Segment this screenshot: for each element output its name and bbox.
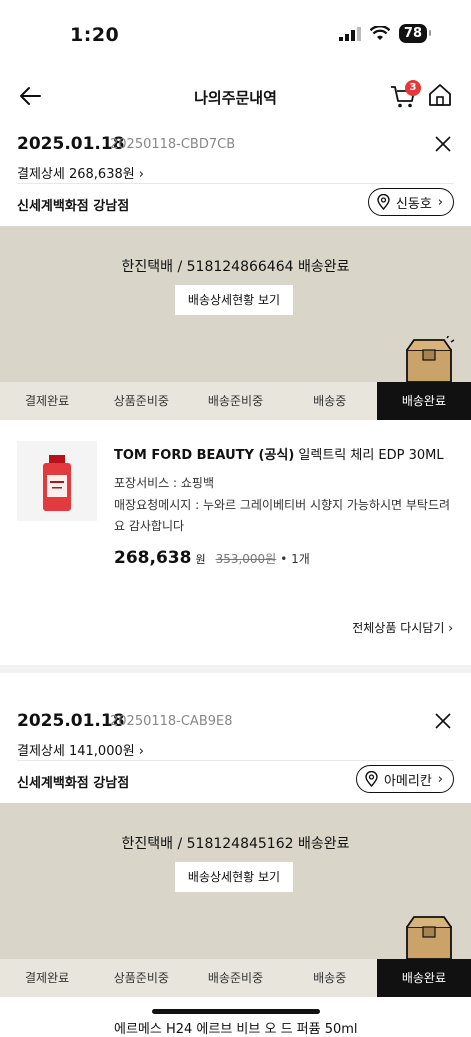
product-title: TOM FORD BEAUTY (공식) 일렉트릭 체리 EDP 30ML <box>114 444 454 463</box>
step-in-transit: 배송중 <box>313 394 347 408</box>
home-indicator <box>152 1009 320 1014</box>
delivered-box-icon <box>406 336 455 382</box>
step-preparing-shipping: 배송준비중 <box>207 971 264 985</box>
pickup-person-label: 신동호 <box>395 196 432 212</box>
payment-detail-label: 결제상세 268,638원 <box>17 167 135 182</box>
step-in-transit: 배송중 <box>313 971 347 985</box>
sale-price: 268,638 <box>114 548 192 568</box>
order-footer: 전체상품 다시담기 › <box>0 595 471 665</box>
order-number: 20250118-CBD7CB <box>110 137 236 152</box>
shipping-status-text: 한진택배 / 518124845162 배송완료 <box>121 836 350 852</box>
store-request-message: 매장요청메시지 : 누와르 그레이베티버 시향지 가능하시면 부탁드려요 감사합… <box>114 498 451 533</box>
pickup-location-button[interactable]: 아메리칸 › <box>355 765 454 793</box>
step-payment-complete: 결제완료 <box>25 971 70 985</box>
step-preparing-product: 상품준비중 <box>113 394 169 408</box>
shipping-status-text: 한진택배 / 518124866464 배송완료 <box>121 259 350 275</box>
payment-detail-link[interactable]: 결제상세 141,000원 › <box>17 740 144 759</box>
location-pin-icon <box>377 194 390 210</box>
location-pin-icon <box>365 771 378 787</box>
order-date: 2025.01.18 <box>17 711 125 731</box>
order-header: 2025.01.18 20250118-CAB9E8 결제상세 141,000원… <box>0 703 471 803</box>
step-preparing-product: 상품준비중 <box>113 971 169 985</box>
battery-indicator: 78 <box>398 24 432 43</box>
step-payment-complete: 결제완료 <box>25 394 70 408</box>
payment-detail-link[interactable]: 결제상세 268,638원 › <box>17 163 144 182</box>
chevron-right-icon: › <box>437 194 443 210</box>
order-progress-steps: 결제완료 상품준비중 배송준비중 배송중 배송완료 <box>0 959 471 997</box>
order-progress-steps: 결제완료 상품준비중 배송준비중 배송중 배송완료 <box>0 382 471 420</box>
price-row: 268,638 원 353,000원 • 1개 <box>114 548 310 568</box>
status-icons: 78 <box>338 24 432 43</box>
pickup-location-button[interactable]: 신동호 › <box>367 188 454 216</box>
product-brand: TOM FORD BEAUTY (공식) <box>114 448 295 463</box>
step-delivered: 배송완료 <box>376 382 471 420</box>
product-item[interactable]: TOM FORD BEAUTY (공식) 일렉트릭 체리 EDP 30ML 포장… <box>0 420 471 595</box>
pickup-person-label: 아메리칸 <box>383 773 432 789</box>
delivered-box-icon <box>406 916 452 959</box>
chevron-right-icon: › <box>138 167 144 182</box>
product-name: 일렉트릭 체리 EDP 30ML <box>298 448 444 463</box>
order-date: 2025.01.18 <box>17 134 125 154</box>
product-thumbnail[interactable] <box>17 441 97 521</box>
close-icon[interactable] <box>435 136 451 152</box>
chevron-right-icon: › <box>448 621 453 635</box>
add-all-to-cart-label: 전체상품 다시담기 <box>352 621 445 635</box>
store-name: 신세계백화점 강남점 <box>17 776 130 791</box>
add-all-to-cart-link[interactable]: 전체상품 다시담기 › <box>352 619 453 636</box>
divider <box>17 760 454 761</box>
home-icon[interactable] <box>427 82 453 108</box>
chevron-right-icon: › <box>437 771 443 787</box>
chevron-right-icon: › <box>138 744 144 759</box>
order-number: 20250118-CAB9E8 <box>110 714 233 729</box>
order-card: 2025.01.18 20250118-CAB9E8 결제상세 141,000원… <box>0 703 471 997</box>
step-delivered: 배송완료 <box>376 959 471 997</box>
payment-detail-label: 결제상세 141,000원 <box>17 744 135 759</box>
shipping-panel: 한진택배 / 518124866464 배송완료 배송상세현황 보기 <box>0 226 471 382</box>
signal-icon <box>338 26 361 41</box>
divider <box>17 183 454 184</box>
packaging-service: 포장서비스 : 쇼핑백 <box>114 476 214 490</box>
shipping-panel: 한진택배 / 518124845162 배송완료 배송상세현황 보기 <box>0 803 471 959</box>
original-price: 353,000원 <box>215 552 277 566</box>
product-title-partial: 에르메스 H24 에르브 비브 오 드 퍼퓸 50ml <box>114 1022 358 1037</box>
currency-unit: 원 <box>195 553 206 566</box>
quantity: • 1개 <box>280 552 310 566</box>
shipping-detail-button[interactable]: 배송상세현황 보기 <box>175 285 293 315</box>
app-header: 나의주문내역 3 <box>0 68 471 126</box>
step-preparing-shipping: 배송준비중 <box>207 394 264 408</box>
wifi-icon <box>369 26 390 40</box>
store-name: 신세계백화점 강남점 <box>17 199 130 214</box>
status-bar: 1:20 78 <box>0 0 471 68</box>
status-time: 1:20 <box>70 24 120 46</box>
section-separator <box>0 665 471 673</box>
cart-badge: 3 <box>405 80 421 96</box>
order-header: 2025.01.18 20250118-CBD7CB 결제상세 268,638원… <box>0 126 471 226</box>
order-card: 2025.01.18 20250118-CBD7CB 결제상세 268,638원… <box>0 126 471 665</box>
shipping-detail-button[interactable]: 배송상세현황 보기 <box>175 862 293 892</box>
close-icon[interactable] <box>435 713 451 729</box>
